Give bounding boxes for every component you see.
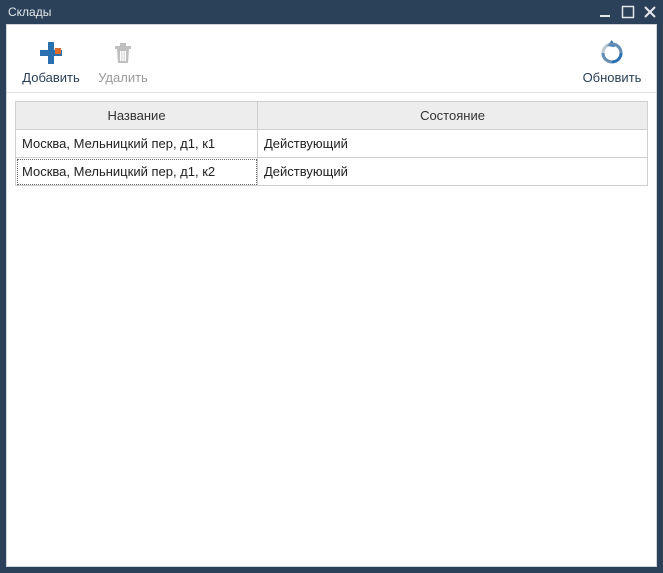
delete-button[interactable]: Удалить xyxy=(87,31,159,91)
minimize-icon[interactable] xyxy=(599,5,613,19)
add-button[interactable]: Добавить xyxy=(15,31,87,91)
refresh-button[interactable]: Обновить xyxy=(576,31,648,91)
header-row: Название Состояние xyxy=(16,102,648,130)
window-title: Склады xyxy=(8,5,599,19)
refresh-icon xyxy=(598,39,626,67)
maximize-icon[interactable] xyxy=(621,5,635,19)
toolbar: Добавить Удалить xyxy=(7,25,656,93)
client-area: Добавить Удалить xyxy=(6,24,657,567)
col-header-status[interactable]: Состояние xyxy=(258,102,648,130)
data-grid[interactable]: Название Состояние Москва, Мельницкий пе… xyxy=(15,101,648,186)
window-controls xyxy=(599,5,657,19)
table-container: Название Состояние Москва, Мельницкий пе… xyxy=(7,93,656,566)
titlebar[interactable]: Склады xyxy=(0,0,663,24)
add-label: Добавить xyxy=(22,71,79,84)
refresh-label: Обновить xyxy=(583,71,642,84)
table-row[interactable]: Москва, Мельницкий пер, д1, к2 Действующ… xyxy=(16,158,648,186)
table-row[interactable]: Москва, Мельницкий пер, д1, к1 Действующ… xyxy=(16,130,648,158)
close-icon[interactable] xyxy=(643,5,657,19)
window-frame: Склады Добавит xyxy=(0,0,663,573)
delete-label: Удалить xyxy=(98,71,148,84)
col-header-name[interactable]: Название xyxy=(16,102,258,130)
cell-status[interactable]: Действующий xyxy=(258,130,648,158)
trash-icon xyxy=(109,39,137,67)
plus-icon xyxy=(37,39,65,67)
cell-name[interactable]: Москва, Мельницкий пер, д1, к1 xyxy=(16,130,258,158)
cell-name[interactable]: Москва, Мельницкий пер, д1, к2 xyxy=(16,158,258,186)
cell-status[interactable]: Действующий xyxy=(258,158,648,186)
